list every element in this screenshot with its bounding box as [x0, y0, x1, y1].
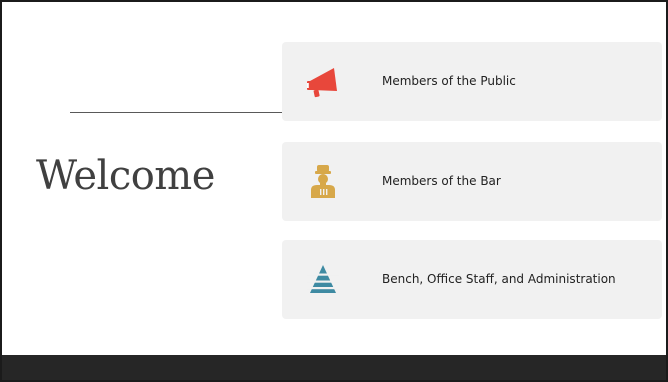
option-label: Bench, Office Staff, and Administration: [382, 272, 616, 287]
page-title: Welcome: [36, 153, 215, 199]
pyramid-icon: [302, 259, 344, 301]
option-card-members-of-public[interactable]: Members of the Public: [282, 42, 662, 121]
megaphone-icon: [302, 61, 344, 103]
slide-frame: Welcome Members of the Public Members of…: [0, 0, 668, 382]
option-label: Members of the Public: [382, 74, 516, 89]
option-card-bench-staff-admin[interactable]: Bench, Office Staff, and Administration: [282, 240, 662, 319]
footer-bar: [2, 355, 666, 380]
chef-person-icon: [302, 161, 344, 203]
option-card-members-of-bar[interactable]: Members of the Bar: [282, 142, 662, 221]
option-label: Members of the Bar: [382, 174, 501, 189]
title-divider-line: [70, 112, 284, 113]
